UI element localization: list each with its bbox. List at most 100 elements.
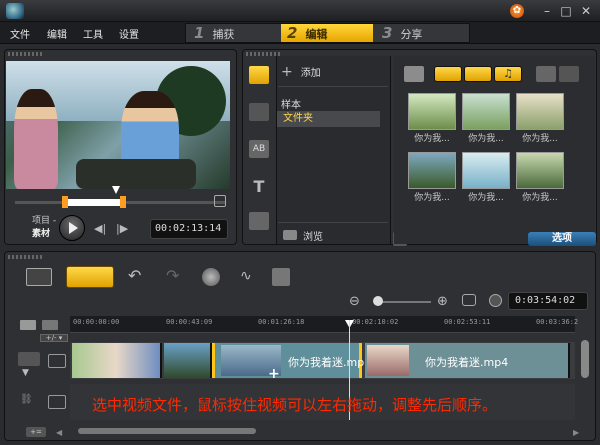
media-thumbnail[interactable] [462, 152, 510, 189]
panel-grip[interactable] [8, 52, 44, 56]
enlarge-timeline-button[interactable]: += [26, 427, 46, 437]
thumbnail-label: 你为我... [468, 134, 504, 144]
step-share[interactable]: 3 分享 [378, 24, 466, 42]
enlarge-icon[interactable] [214, 195, 226, 207]
step-share-num: 3 [382, 24, 393, 42]
player-timecode[interactable]: 00:02:13:14 [150, 219, 228, 239]
zoom-slider[interactable] [375, 301, 431, 303]
step-capture[interactable]: 1 捕获 [190, 24, 278, 42]
close-icon[interactable]: ✕ [577, 3, 595, 19]
ruler-tick: 00:02:10:02 [352, 318, 399, 326]
video-person-girl [14, 89, 58, 189]
prev-frame-icon[interactable]: ◀| [94, 222, 106, 235]
folder-selected[interactable]: 文件夹 [277, 111, 380, 127]
folder-icon[interactable] [404, 66, 424, 82]
maximize-icon[interactable]: □ [557, 3, 575, 19]
undo-icon[interactable]: ↶ [128, 266, 141, 285]
storyboard-view-icon[interactable] [26, 268, 52, 286]
audio-mixer-icon[interactable]: ∿ [240, 268, 252, 284]
media-thumbnail[interactable] [408, 152, 456, 189]
clip-label: 你为我着迷.mp [288, 356, 365, 369]
show-video-button[interactable] [434, 66, 462, 82]
ruler-tick: 00:03:36:2 [536, 318, 579, 326]
show-photo-button[interactable] [464, 66, 492, 82]
chapter-point-icon[interactable] [42, 320, 58, 330]
step-capture-num: 1 [194, 24, 205, 42]
zoom-in-icon[interactable]: ⊕ [437, 294, 448, 309]
menu-settings[interactable]: 设置 [119, 26, 139, 41]
menu-edit[interactable]: 编辑 [47, 26, 67, 41]
media-thumbnail[interactable] [516, 93, 564, 130]
transition-tab-icon[interactable] [249, 103, 269, 121]
move-cursor-icon: + [268, 366, 280, 382]
video-bicycle [76, 159, 196, 189]
track-manager-icon[interactable] [20, 320, 36, 330]
redo-icon[interactable]: ↷ [166, 266, 179, 285]
instruction-caption: 选中视频文件，鼠标按住视频可以左右拖动，调整先后顺序。 [92, 396, 498, 414]
thumbnail-label: 你为我... [522, 134, 558, 144]
add-folder-label: 添加 [300, 68, 321, 79]
browse-label: 浏览 [303, 232, 323, 243]
help-icon[interactable]: ✿ [510, 4, 524, 18]
vertical-scrollbar[interactable] [581, 340, 589, 378]
timeline-view-button[interactable] [66, 266, 114, 288]
menu-tools[interactable]: 工具 [83, 26, 103, 41]
zoom-out-icon[interactable]: ⊖ [349, 294, 360, 309]
horizontal-scrollbar[interactable] [78, 428, 256, 434]
video-clip[interactable] [164, 343, 212, 378]
ruler-tick: 00:02:53:11 [444, 318, 491, 326]
thumbnail-label: 你为我... [522, 193, 558, 203]
ruler-tick: 00:01:26:18 [258, 318, 305, 326]
chevron-down-icon[interactable]: ▼ [22, 368, 29, 378]
step-edit-label: 编辑 [305, 28, 328, 41]
media-thumbnail[interactable] [516, 152, 564, 189]
step-edit[interactable]: 2 编辑 [281, 24, 373, 42]
media-tab-icon[interactable] [249, 66, 269, 84]
scroll-right-icon[interactable]: ▶ [573, 428, 579, 437]
timeline-ruler[interactable] [70, 316, 575, 333]
add-folder-button[interactable]: + 添加 [281, 64, 321, 80]
browse-button[interactable]: 浏览 [283, 228, 323, 243]
project-duration[interactable]: 0:03:54:02 [508, 292, 588, 310]
step-share-label: 分享 [400, 28, 423, 41]
graphics-tab-icon[interactable] [249, 212, 269, 230]
media-thumbnail[interactable] [408, 93, 456, 130]
video-clip[interactable] [72, 343, 162, 378]
add-remove-track-toggle[interactable]: +/- ▾ [40, 334, 68, 342]
ruler-tick: 00:00:00:00 [73, 318, 120, 326]
divider [278, 86, 388, 87]
music-icon: ♫ [503, 67, 513, 80]
ab-transition-icon[interactable]: AB [249, 140, 269, 158]
mark-in-handle[interactable] [62, 196, 68, 208]
menu-file[interactable]: 文件 [10, 26, 30, 41]
overlay-track-icon[interactable] [48, 395, 66, 409]
mode-project[interactable]: 项目 - [32, 215, 56, 228]
mode-clip[interactable]: 素材 [32, 228, 56, 241]
trim-selection [65, 199, 123, 206]
fit-project-icon[interactable] [462, 294, 476, 306]
media-thumbnail[interactable] [462, 93, 510, 130]
step-edit-num: 2 [287, 24, 298, 42]
step-capture-label: 捕获 [212, 28, 235, 41]
minimize-icon[interactable]: – [538, 3, 556, 19]
play-button[interactable] [59, 215, 85, 241]
grid-view-icon[interactable] [559, 66, 579, 82]
folder-sample[interactable]: 样本 [281, 96, 301, 111]
show-audio-button[interactable]: ♫ [494, 66, 522, 82]
scroll-left-icon[interactable]: ◀ [56, 428, 62, 437]
ripple-edit-icon[interactable] [18, 352, 40, 366]
duration-clock-icon [489, 294, 502, 307]
divider [278, 222, 388, 223]
record-capture-icon[interactable] [202, 268, 220, 286]
thumbnail-area [394, 56, 595, 244]
auto-music-icon[interactable] [272, 268, 290, 286]
link-icon[interactable]: ⛓ [20, 394, 33, 405]
options-button[interactable]: 选项 [528, 232, 596, 246]
video-track-icon[interactable] [48, 354, 66, 368]
next-frame-icon[interactable]: |▶ [116, 222, 128, 235]
title-tab-icon[interactable]: T [249, 178, 269, 196]
list-view-icon[interactable] [536, 66, 556, 82]
mark-out-handle[interactable] [120, 196, 126, 208]
panel-grip[interactable] [8, 255, 44, 259]
zoom-slider-knob[interactable] [373, 296, 383, 306]
